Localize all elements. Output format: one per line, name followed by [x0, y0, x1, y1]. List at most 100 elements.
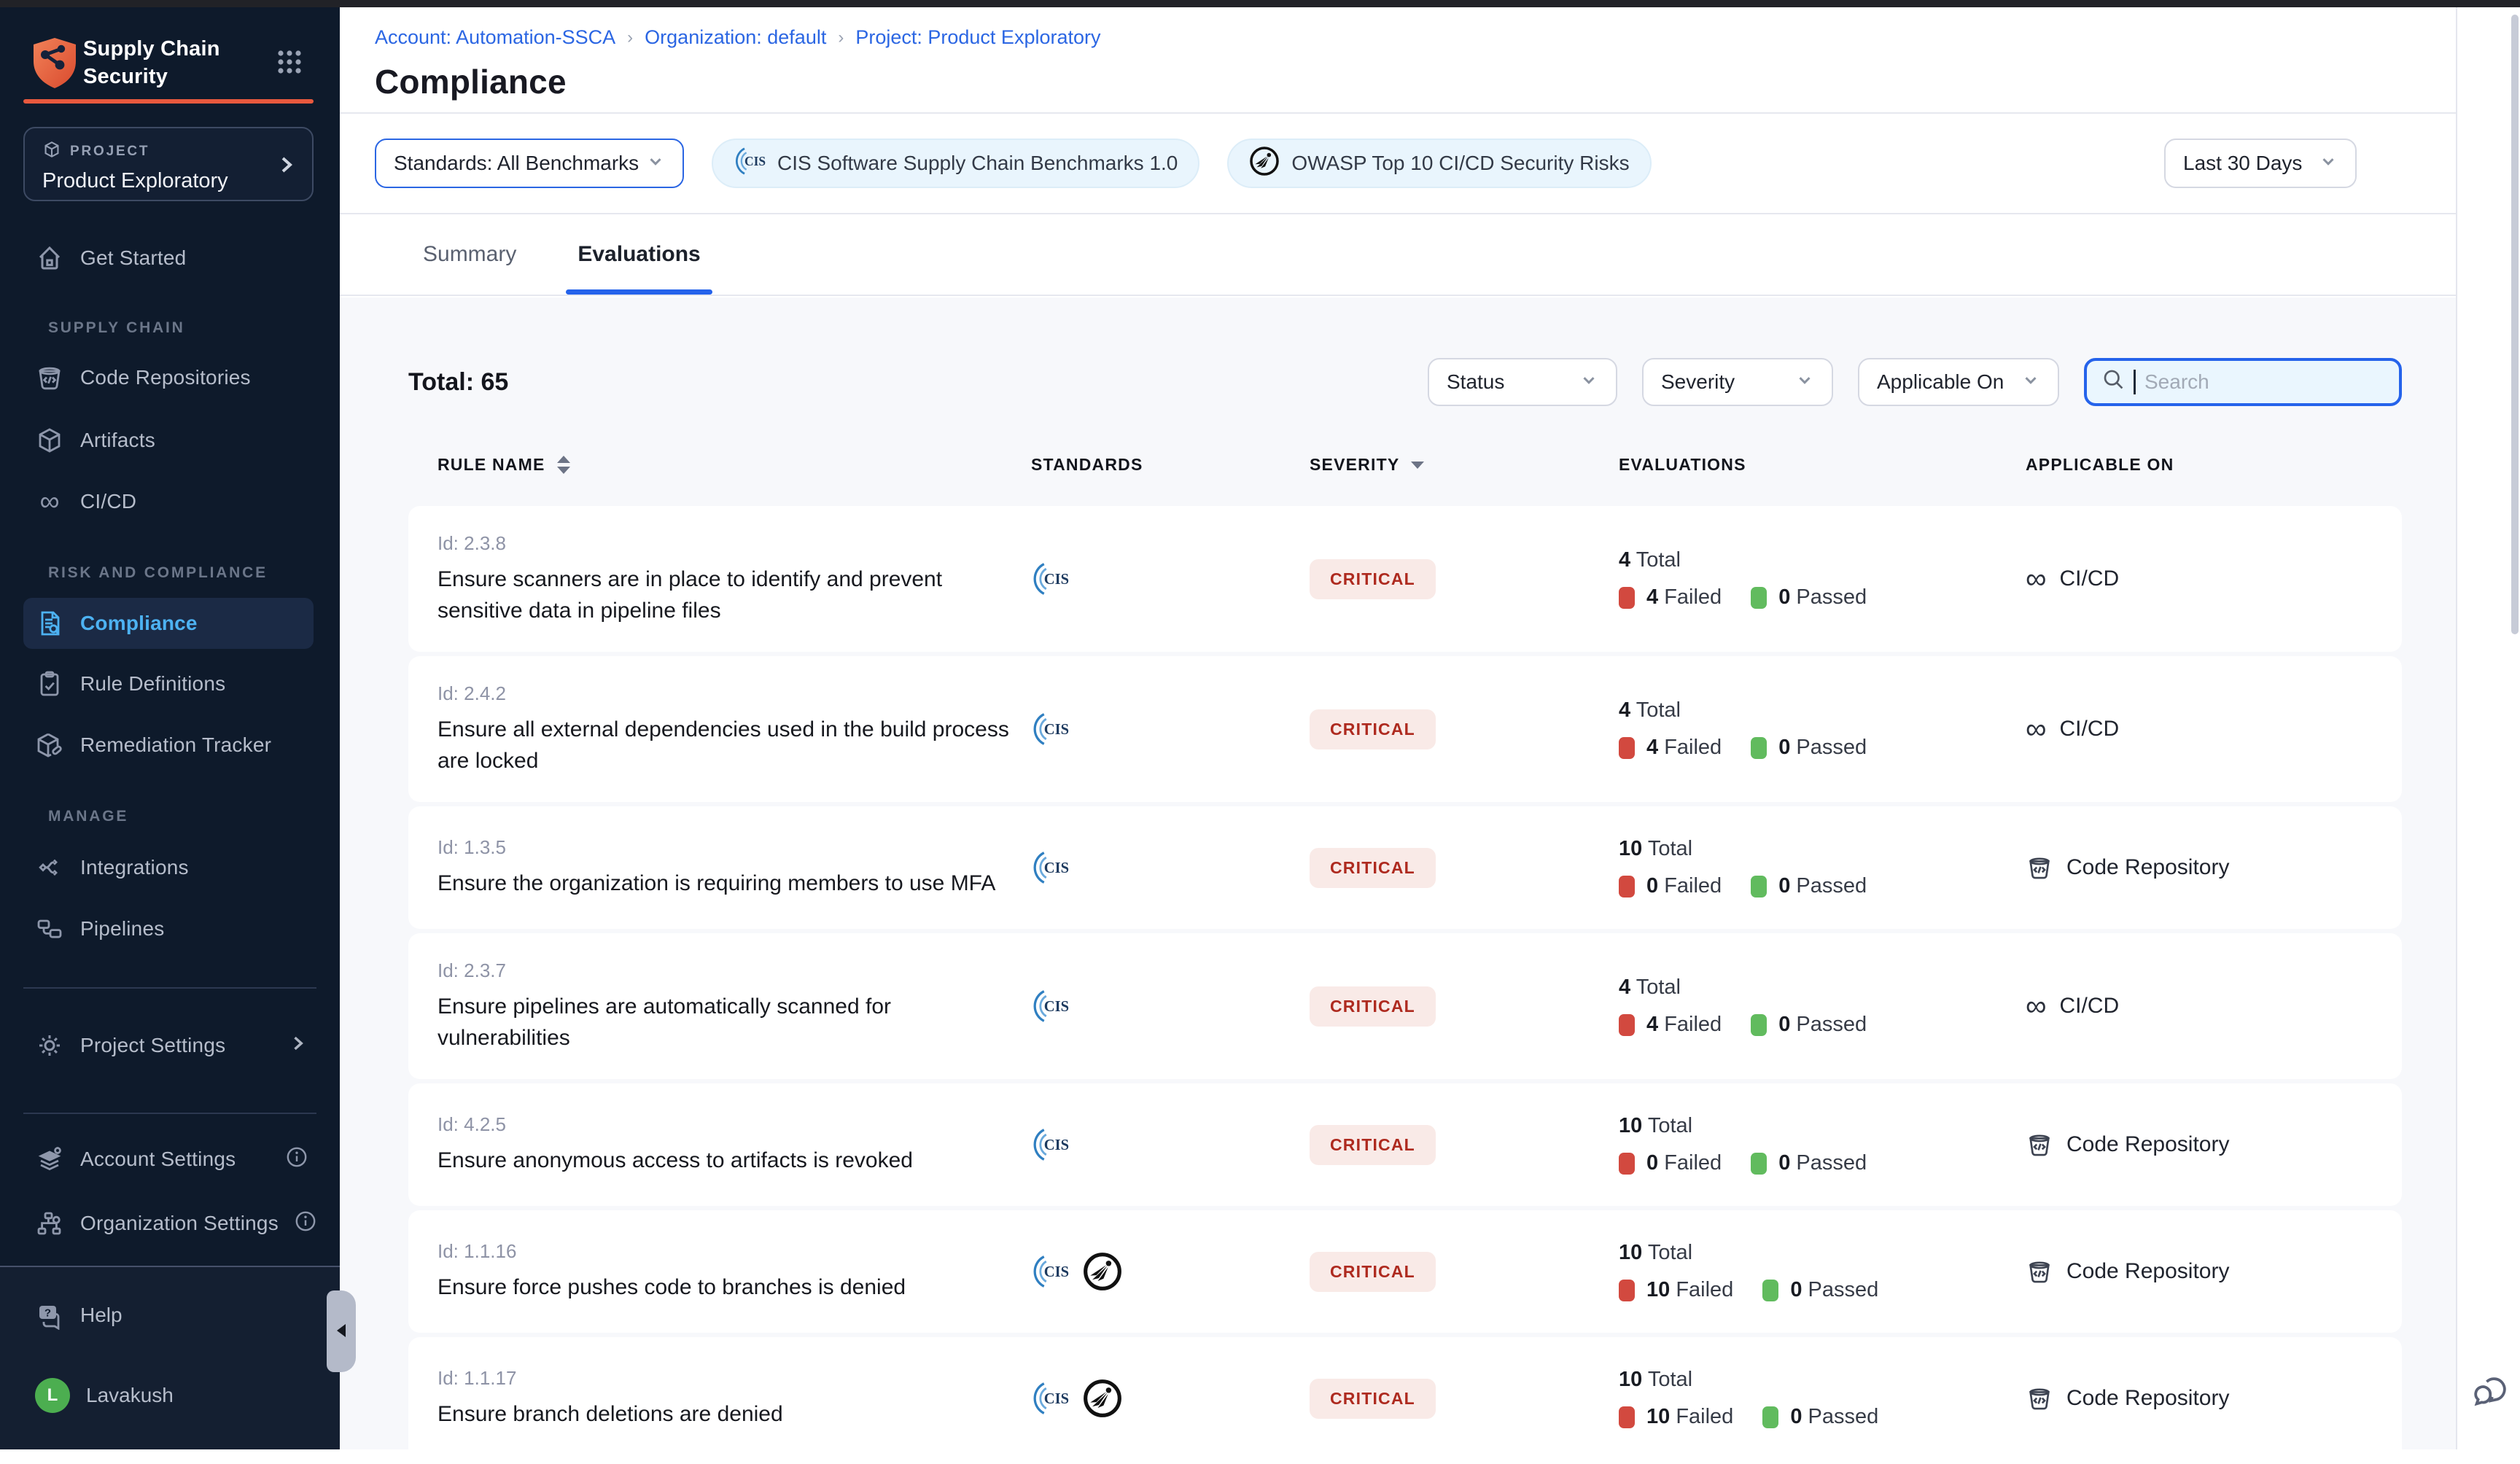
- sidebar-item-code-repositories[interactable]: Code Repositories: [0, 353, 340, 402]
- table-row[interactable]: Id: 1.3.5 Ensure the organization is req…: [408, 806, 2402, 929]
- code-repository-icon: [2026, 1131, 2053, 1159]
- layers-gear-icon: [35, 1145, 64, 1174]
- sidebar-item-remediation-tracker[interactable]: Remediation Tracker: [0, 720, 340, 770]
- search-input[interactable]: Search: [2084, 358, 2402, 406]
- evaluations-passed: 0 Passed: [1778, 1013, 1867, 1037]
- code-repository-icon: [2026, 1385, 2053, 1412]
- cis-icon: CIS: [1031, 560, 1069, 598]
- cicd-icon: ∞: [2026, 715, 2047, 744]
- info-icon[interactable]: [295, 1210, 316, 1237]
- applicable-on-filter-dropdown[interactable]: Applicable On: [1858, 358, 2059, 406]
- app-grid-icon[interactable]: [277, 50, 302, 80]
- divider: [23, 1113, 316, 1114]
- date-range-dropdown[interactable]: Last 30 Days: [2164, 139, 2357, 188]
- info-icon[interactable]: [286, 1146, 308, 1173]
- breadcrumb-project[interactable]: Project: Product Exploratory: [855, 26, 1100, 49]
- rule-id: Id: 2.3.7: [438, 959, 1021, 982]
- project-selector[interactable]: PROJECT Product Exploratory: [23, 127, 314, 201]
- evaluations-failed: 10 Failed: [1646, 1278, 1733, 1302]
- scrollbar-thumb[interactable]: [2511, 15, 2519, 634]
- standards-cell: CIS: [1021, 849, 1310, 887]
- severity-filter-dropdown[interactable]: Severity: [1642, 358, 1833, 406]
- evaluations-total: 4 Total: [1619, 548, 2026, 572]
- rule-name: Ensure anonymous access to artifacts is …: [438, 1145, 1021, 1176]
- sidebar-item-artifacts[interactable]: Artifacts: [0, 416, 340, 465]
- evaluations-passed: 0 Passed: [1778, 874, 1867, 898]
- sort-desc-icon[interactable]: [1411, 462, 1424, 469]
- support-chat-icon[interactable]: [2470, 1369, 2511, 1416]
- sidebar-item-account-settings[interactable]: Account Settings: [0, 1134, 340, 1184]
- rule-name: Ensure pipelines are automatically scann…: [438, 991, 1021, 1054]
- standards-dropdown[interactable]: Standards: All Benchmarks: [375, 139, 684, 188]
- breadcrumb-organization[interactable]: Organization: default: [645, 26, 826, 49]
- evaluations-failed: 0 Failed: [1646, 1151, 1722, 1175]
- table-row[interactable]: Id: 2.3.8 Ensure scanners are in place t…: [408, 506, 2402, 652]
- passed-indicator: [1762, 1406, 1778, 1428]
- passed-indicator: [1762, 1280, 1778, 1301]
- table-row[interactable]: Id: 1.1.16 Ensure force pushes code to b…: [408, 1210, 2402, 1333]
- sidebar-collapse-handle[interactable]: [327, 1290, 356, 1372]
- brand-divider: [23, 99, 314, 104]
- sidebar-item-compliance[interactable]: Compliance: [23, 598, 314, 649]
- help-chat-icon: ?: [35, 1301, 64, 1330]
- column-rule-name[interactable]: RULE NAME: [438, 455, 545, 475]
- tab-summary[interactable]: Summary: [423, 242, 516, 295]
- sidebar-item-rule-definitions[interactable]: Rule Definitions: [0, 659, 340, 709]
- column-evaluations: EVALUATIONS: [1619, 455, 2026, 475]
- tabs: Summary Evaluations: [340, 214, 2456, 296]
- code-repository-icon: [35, 363, 64, 392]
- rule-name: Ensure force pushes code to branches is …: [438, 1272, 1021, 1303]
- box-wrench-icon: [35, 731, 64, 760]
- chip-cis-benchmark[interactable]: CIS CIS Software Supply Chain Benchmarks…: [712, 139, 1199, 188]
- evaluations-failed: 10 Failed: [1646, 1405, 1733, 1429]
- compliance-doc-icon: [35, 609, 64, 638]
- rule-name: Ensure all external dependencies used in…: [438, 714, 1021, 776]
- severity-badge: CRITICAL: [1310, 1252, 1436, 1292]
- sidebar-item-help[interactable]: ? Help: [0, 1290, 340, 1340]
- chip-owasp[interactable]: OWASP Top 10 CI/CD Security Risks: [1227, 139, 1651, 188]
- rule-id: Id: 1.1.16: [438, 1240, 1021, 1263]
- severity-badge: CRITICAL: [1310, 986, 1436, 1027]
- evaluations-total: 4 Total: [1619, 976, 2026, 1000]
- chevron-right-icon: [274, 153, 298, 182]
- passed-indicator: [1751, 1153, 1767, 1175]
- evaluations-passed: 0 Passed: [1790, 1278, 1878, 1302]
- tab-evaluations[interactable]: Evaluations: [572, 242, 706, 295]
- total-count: Total: 65: [408, 368, 508, 397]
- cis-icon: CIS: [1031, 1253, 1069, 1290]
- passed-indicator: [1751, 737, 1767, 759]
- sort-icon[interactable]: [557, 456, 570, 474]
- right-rail: [2456, 7, 2520, 1449]
- cicd-icon: ∞: [2026, 992, 2047, 1021]
- evaluations-failed: 4 Failed: [1646, 585, 1722, 610]
- sidebar-item-cicd[interactable]: ∞ CI/CD: [0, 477, 340, 526]
- severity-badge: CRITICAL: [1310, 1379, 1436, 1419]
- sidebar-item-project-settings[interactable]: Project Settings: [0, 1021, 340, 1070]
- clipboard-check-icon: [35, 669, 64, 698]
- table-row[interactable]: Id: 2.3.7 Ensure pipelines are automatic…: [408, 933, 2402, 1079]
- section-risk-and-compliance: RISK AND COMPLIANCE: [0, 563, 340, 583]
- box-icon: [35, 426, 64, 455]
- section-supply-chain: SUPPLY CHAIN: [0, 318, 340, 338]
- sidebar-item-organization-settings[interactable]: Organization Settings: [0, 1199, 340, 1248]
- failed-indicator: [1619, 876, 1635, 898]
- evaluations-passed: 0 Passed: [1778, 585, 1867, 610]
- sidebar-item-get-started[interactable]: Get Started: [0, 233, 340, 283]
- chevron-down-icon: [1795, 370, 1814, 394]
- sidebar-item-pipelines[interactable]: Pipelines: [0, 904, 340, 954]
- table-row[interactable]: Id: 4.2.5 Ensure anonymous access to art…: [408, 1083, 2402, 1206]
- table-row[interactable]: Id: 1.1.17 Ensure branch deletions are d…: [408, 1337, 2402, 1460]
- status-filter-dropdown[interactable]: Status: [1428, 358, 1617, 406]
- svg-text:CIS: CIS: [1044, 999, 1069, 1015]
- page-header: Account: Automation-SSCA › Organization:…: [340, 7, 2456, 114]
- rule-name: Ensure scanners are in place to identify…: [438, 564, 1021, 626]
- sidebar-user[interactable]: L Lavakush: [0, 1371, 340, 1420]
- column-severity[interactable]: SEVERITY: [1310, 455, 1399, 475]
- breadcrumb-account[interactable]: Account: Automation-SSCA: [375, 26, 615, 49]
- app-logo-shield-icon: [31, 36, 79, 96]
- sidebar-footer: ? Help L Lavakush: [0, 1266, 340, 1449]
- filter-bar: Standards: All Benchmarks CIS CIS Softwa…: [340, 114, 2456, 214]
- table-row[interactable]: Id: 2.4.2 Ensure all external dependenci…: [408, 656, 2402, 802]
- sidebar-item-integrations[interactable]: Integrations: [0, 843, 340, 892]
- svg-text:?: ?: [44, 1307, 51, 1320]
